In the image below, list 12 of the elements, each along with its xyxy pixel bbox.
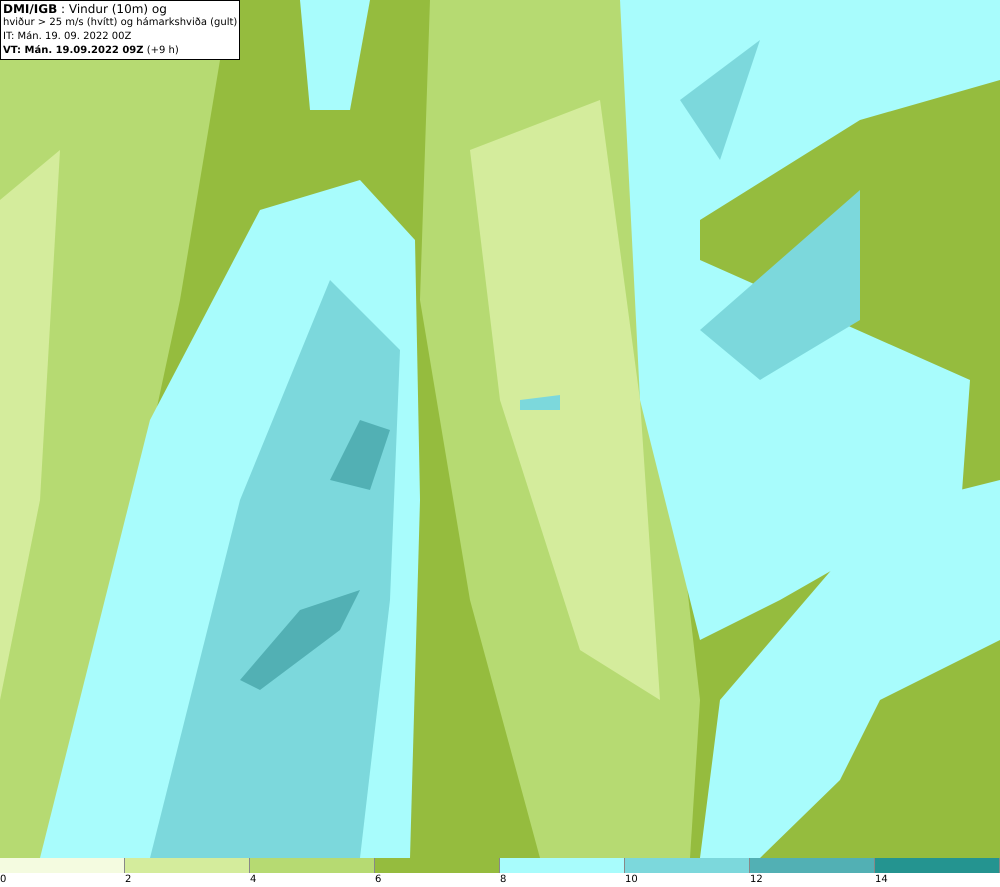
legend-label: 0	[0, 873, 6, 887]
legend-label: 12	[750, 873, 763, 887]
legend-label: 14	[875, 873, 888, 887]
info-text: IT: Mán. 19. 09. 2022 00Z	[3, 30, 132, 44]
legend-label: 2	[125, 873, 132, 887]
info-text: VT: Mán. 19.09.2022 09Z (+9 h)	[3, 44, 180, 58]
legend-label: 6	[375, 873, 382, 887]
legend-label: 8	[500, 873, 506, 887]
legend-label: 4	[250, 873, 256, 887]
info-text: DMI/IGB : Vindur (10m) og	[3, 2, 168, 16]
legend-label: 10	[625, 873, 638, 887]
info-text: hviður > 25 m/s (hvítt) og hámarkshviða (gult)	[3, 16, 238, 30]
